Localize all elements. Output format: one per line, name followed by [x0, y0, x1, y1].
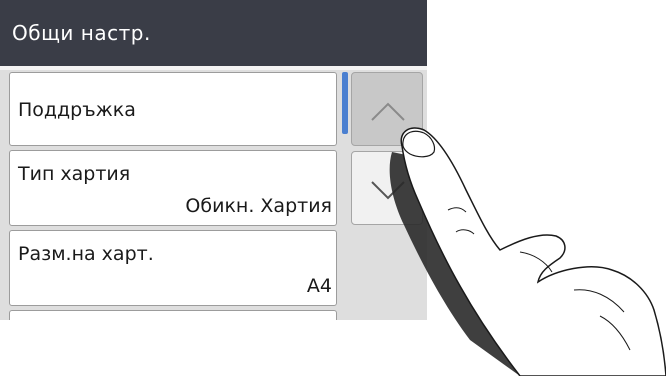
scrollbar[interactable] [342, 72, 348, 302]
scroll-down-button[interactable] [351, 151, 423, 225]
lcd-screen: Общи настр. Поддръжка Тип хартия Обикн. … [0, 0, 427, 320]
menu-item-label: Разм.на харт. [18, 243, 154, 265]
screen-title: Общи настр. [0, 0, 427, 66]
menu-item-next[interactable] [9, 310, 337, 320]
menu-item-value: A4 [306, 275, 332, 297]
chevron-down-icon [371, 181, 405, 200]
menu-item-label: Тип хартия [18, 163, 131, 185]
settings-list: Поддръжка Тип хартия Обикн. Хартия Разм.… [0, 70, 348, 320]
scroll-up-button[interactable] [351, 72, 423, 146]
menu-item-value: Обикн. Хартия [185, 195, 332, 217]
menu-item-paper-size[interactable]: Разм.на харт. A4 [9, 230, 337, 306]
menu-item-paper-type[interactable]: Тип хартия Обикн. Хартия [9, 150, 337, 226]
chevron-up-icon [371, 102, 405, 121]
menu-item-label: Поддръжка [18, 99, 136, 121]
scrollbar-thumb[interactable] [342, 72, 348, 134]
menu-item-maintenance[interactable]: Поддръжка [9, 72, 337, 146]
